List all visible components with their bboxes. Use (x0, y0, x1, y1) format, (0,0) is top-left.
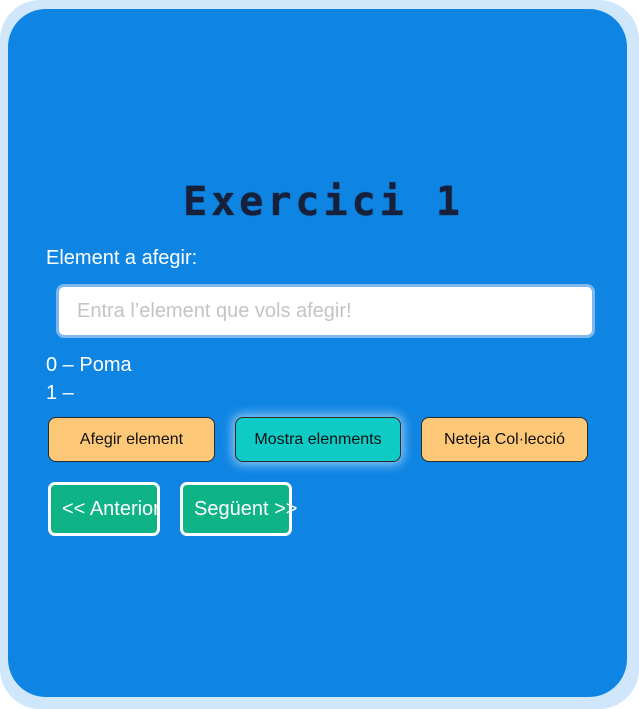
add-element-button[interactable]: Afegir element (48, 417, 215, 462)
previous-button[interactable]: << Anterior (48, 482, 160, 536)
element-label: Element a afegir: (46, 247, 198, 269)
app-window: Exercici 1 Element a afegir: 0 – Poma 1 … (0, 0, 639, 709)
next-button[interactable]: Següent >> (180, 482, 297, 536)
list-item: 0 – Poma (46, 354, 132, 376)
show-elements-button[interactable]: Mostra elenments (235, 417, 401, 462)
element-list: 0 – Poma 1 – (46, 351, 132, 407)
page-title: Exercici 1 (183, 179, 464, 225)
clear-collection-button[interactable]: Neteja Col·lecció (421, 417, 588, 462)
element-input[interactable] (56, 284, 595, 338)
main-panel: Exercici 1 Element a afegir: 0 – Poma 1 … (8, 9, 627, 697)
list-item: 1 – (46, 382, 74, 404)
